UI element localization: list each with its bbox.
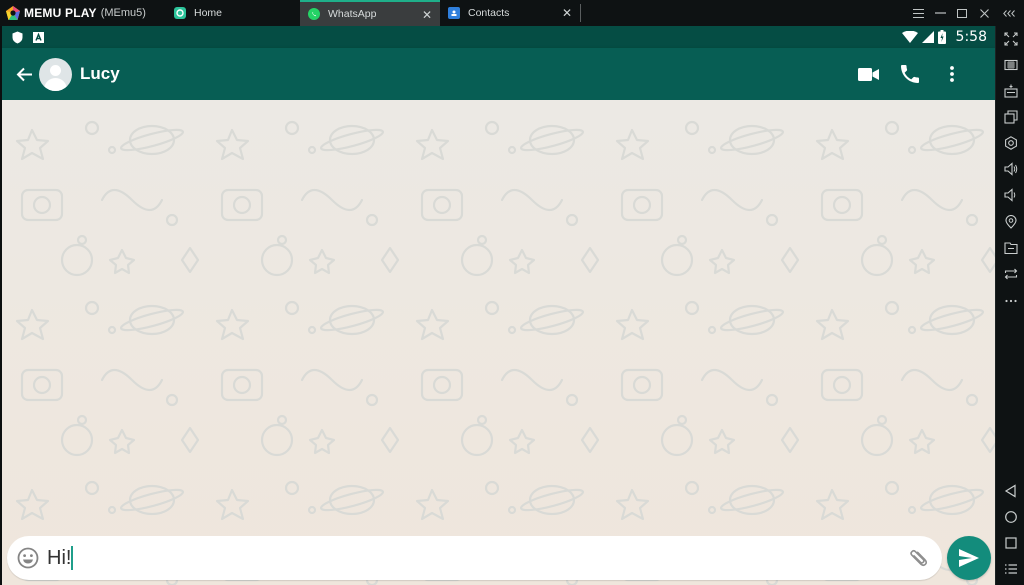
shield-icon bbox=[12, 31, 23, 43]
emoji-icon bbox=[17, 547, 39, 569]
emulator-toolbar bbox=[995, 26, 1024, 585]
status-bar: 5:58 bbox=[2, 26, 995, 48]
settings-icon bbox=[1004, 136, 1017, 150]
overflow-menu-button[interactable] bbox=[931, 48, 973, 100]
multi-window-icon bbox=[1003, 110, 1018, 124]
wifi-icon bbox=[901, 31, 918, 43]
maximize-button[interactable] bbox=[951, 0, 973, 26]
maximize-icon bbox=[957, 8, 967, 18]
contact-name[interactable]: Lucy bbox=[80, 64, 120, 84]
apk-install-icon bbox=[1003, 84, 1018, 98]
more-icon bbox=[1004, 299, 1017, 303]
nav-recents-button[interactable] bbox=[996, 532, 1024, 554]
tab-home[interactable]: Home bbox=[166, 0, 300, 26]
close-icon bbox=[979, 8, 989, 18]
window-controls bbox=[907, 0, 1024, 26]
tab-label: Contacts bbox=[468, 7, 510, 19]
fullscreen-button[interactable] bbox=[996, 28, 1024, 50]
volume-down-icon bbox=[1003, 188, 1015, 202]
chat-header: Lucy bbox=[2, 48, 995, 100]
battery-charging-icon bbox=[937, 30, 946, 44]
doodle-pattern bbox=[2, 100, 995, 585]
minimize-icon bbox=[934, 12, 946, 14]
menu-icon bbox=[912, 8, 924, 18]
tab-contacts[interactable]: Contacts ✕ bbox=[440, 0, 580, 26]
send-icon bbox=[959, 549, 979, 567]
message-text: Hi! bbox=[47, 546, 72, 569]
tab-whatsapp[interactable]: WhatsApp ✕ bbox=[300, 0, 440, 26]
nav-back-button[interactable] bbox=[996, 480, 1024, 502]
android-screen: 5:58 Lucy Hi! bbox=[2, 26, 995, 585]
nav-menu-button[interactable] bbox=[996, 558, 1024, 580]
volume-up-icon bbox=[1003, 162, 1017, 176]
voice-call-icon bbox=[901, 65, 919, 83]
emoji-button[interactable] bbox=[15, 545, 41, 571]
close-tab-button[interactable]: ✕ bbox=[562, 6, 572, 20]
home-app-icon bbox=[174, 7, 186, 19]
tab-label: WhatsApp bbox=[328, 8, 377, 20]
back-button[interactable] bbox=[9, 48, 39, 100]
overflow-menu-icon bbox=[950, 66, 954, 82]
volume-down-button[interactable] bbox=[996, 184, 1024, 206]
clock: 5:58 bbox=[955, 29, 987, 45]
back-icon bbox=[1004, 484, 1016, 498]
contact-avatar[interactable] bbox=[39, 57, 72, 91]
contacts-icon bbox=[448, 7, 460, 19]
settings-button[interactable] bbox=[996, 132, 1024, 154]
shared-folder-icon bbox=[1003, 242, 1018, 255]
close-tab-button[interactable]: ✕ bbox=[422, 8, 432, 22]
keymapping-button[interactable] bbox=[996, 54, 1024, 76]
location-button[interactable] bbox=[996, 211, 1024, 233]
keymapping-icon bbox=[1003, 59, 1018, 71]
menu-button[interactable] bbox=[907, 0, 929, 26]
recents-icon bbox=[1004, 537, 1017, 549]
tab-divider bbox=[580, 4, 581, 22]
paperclip-icon bbox=[910, 549, 928, 567]
video-call-icon bbox=[857, 67, 879, 81]
menu-list-icon bbox=[1004, 564, 1017, 574]
home-icon bbox=[1004, 511, 1017, 523]
tab-label: Home bbox=[194, 7, 223, 19]
brand-name: MEMU PLAY bbox=[24, 6, 97, 20]
signal-icon bbox=[921, 31, 934, 43]
emulator-brand: MEMU PLAY (MEmu5) bbox=[0, 0, 166, 26]
message-input[interactable]: Hi! bbox=[47, 546, 74, 570]
emulator-titlebar: MEMU PLAY (MEmu5) Home WhatsApp ✕ Contac… bbox=[0, 0, 1024, 26]
multi-window-button[interactable] bbox=[996, 106, 1024, 128]
chat-background bbox=[2, 100, 995, 585]
fullscreen-icon bbox=[1003, 32, 1018, 46]
rotate-button[interactable] bbox=[996, 263, 1024, 285]
message-composer: Hi! bbox=[7, 536, 942, 580]
a-notification-icon bbox=[33, 31, 44, 43]
nav-home-button[interactable] bbox=[996, 506, 1024, 528]
attach-button[interactable] bbox=[901, 540, 938, 577]
send-button[interactable] bbox=[947, 536, 991, 580]
more-button[interactable] bbox=[996, 290, 1024, 312]
close-window-button[interactable] bbox=[973, 0, 995, 26]
arrow-left-icon bbox=[16, 67, 32, 81]
instance-name: (MEmu5) bbox=[100, 7, 146, 19]
apk-install-button[interactable] bbox=[996, 80, 1024, 102]
rotate-icon bbox=[1004, 268, 1017, 280]
shared-folder-button[interactable] bbox=[996, 237, 1024, 259]
minimize-button[interactable] bbox=[929, 0, 951, 26]
whatsapp-icon bbox=[308, 8, 320, 20]
voice-call-button[interactable] bbox=[889, 48, 931, 100]
video-call-button[interactable] bbox=[847, 48, 889, 100]
volume-up-button[interactable] bbox=[996, 158, 1024, 180]
collapse-sidebar-button[interactable] bbox=[995, 0, 1024, 26]
memu-logo-icon bbox=[6, 6, 20, 20]
location-icon bbox=[1004, 215, 1017, 229]
collapse-sidebar-icon bbox=[1003, 9, 1015, 17]
text-caret bbox=[71, 546, 74, 570]
